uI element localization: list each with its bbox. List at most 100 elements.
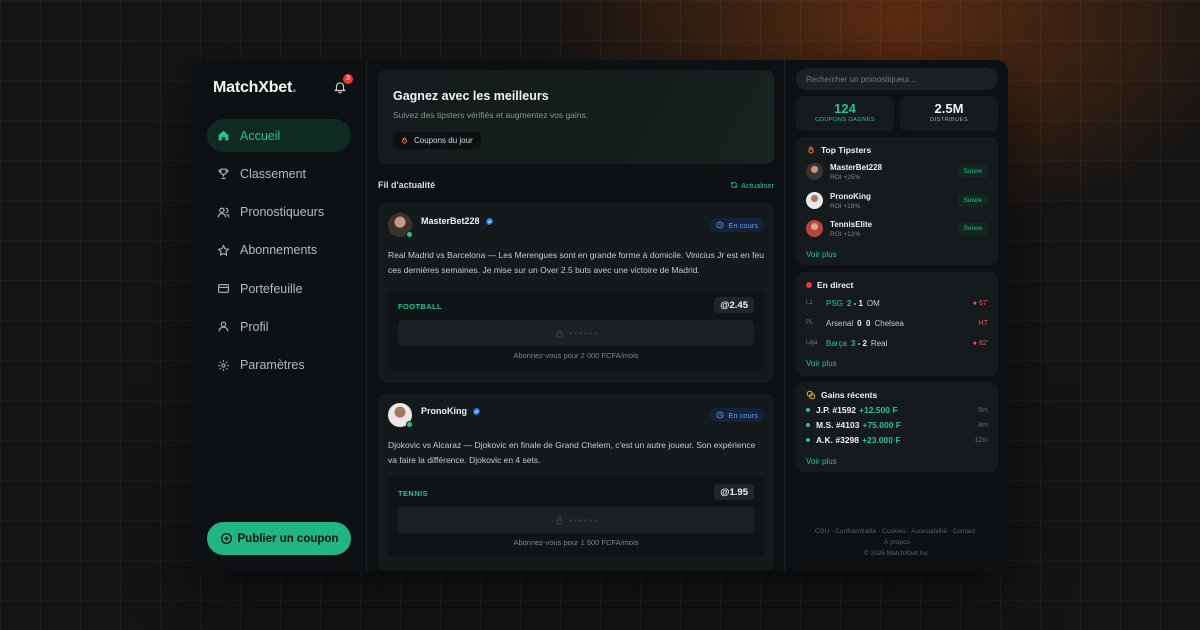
refresh-button[interactable]: Actualiser (730, 181, 774, 190)
stat-label: DISTRIBUÉS (930, 117, 968, 123)
stat-value: 2.5M (934, 101, 964, 116)
voir-plus-link[interactable]: Voir plus (806, 250, 837, 259)
lock-icon (555, 329, 564, 338)
recent-wins-title-text: Gains récents (821, 390, 878, 400)
footer-links-2[interactable]: À propos (796, 537, 998, 548)
home-icon (217, 129, 230, 142)
recent-win-row: J.P. #1592 +12.500 F 5m (806, 404, 988, 416)
match-minute: ● 82' (972, 339, 988, 347)
locked-prediction[interactable]: • • • • • • (398, 507, 754, 533)
league-label: PL (806, 320, 814, 326)
live-match-row[interactable]: PL Arsenal 0 0 Chelsea HT (806, 316, 988, 330)
winner-id: A.K. #3298 (816, 435, 859, 445)
winner-id: M.S. #4103 (816, 420, 860, 430)
brand-logo[interactable]: MatchXbet. (213, 79, 297, 97)
live-match-row[interactable]: L1 PSG 2 - 1 OM ● 67' (806, 296, 988, 310)
trophy-icon (217, 167, 230, 180)
online-indicator (406, 421, 413, 428)
feed-header: Fil d'actualité Actualiser (378, 180, 774, 190)
top-tipsters-title-text: Top Tipsters (821, 145, 872, 155)
feed-post: MasterBet228 En cours Real Madrid vs Bar… (378, 203, 774, 382)
tipster-row[interactable]: MasterBet228 ROI +25% Suivre (806, 160, 988, 182)
win-bullet (806, 408, 810, 412)
home-team: Barça (826, 338, 847, 348)
refresh-label: Actualiser (741, 180, 774, 190)
sidebar-item-profil[interactable]: Profil (207, 310, 351, 343)
search-input[interactable]: Rechercher un pronostiqueur... (796, 68, 998, 90)
live-match-row[interactable]: Liga Barça 3 - 2 Real ● 82' (806, 336, 988, 350)
hero-title: Gagnez avec les meilleurs (393, 89, 549, 103)
sidebar-item-accueil[interactable]: Accueil (207, 119, 351, 152)
home-score: 2 (846, 298, 852, 308)
league-label: L1 (806, 300, 813, 306)
post-author-name: MasterBet228 (421, 216, 480, 226)
win-time: 8m (978, 421, 988, 429)
home-team: Arsenal (826, 318, 854, 328)
flame-icon (400, 136, 409, 145)
coins-icon (806, 390, 816, 400)
refresh-icon (730, 181, 738, 189)
hero-banner: Gagnez avec les meilleurs Suivez des tip… (378, 70, 774, 164)
sport-label: TENNIS (398, 489, 428, 498)
sidebar-item-classement[interactable]: Classement (207, 157, 351, 190)
locked-prediction[interactable]: • • • • • • (398, 320, 754, 346)
clock-icon (716, 221, 724, 229)
publish-coupon-label: Publier un coupon (237, 532, 339, 545)
post-text: Real Madrid vs Barcelona — Les Merengues… (388, 250, 764, 275)
brand-name: MatchXbet (213, 79, 293, 96)
voir-plus-link[interactable]: Voir plus (806, 359, 837, 368)
feed-title: Fil d'actualité (378, 180, 436, 190)
status-badge: En cours (710, 408, 764, 422)
away-team: Real (870, 338, 888, 348)
main-feed: Gagnez avec les meilleurs Suivez des tip… (367, 60, 785, 571)
sidebar-item-abonnements[interactable]: Abonnements (207, 234, 351, 267)
stat-label: COUPONS GAGNÉS (815, 117, 875, 123)
live-title-text: En direct (817, 280, 854, 290)
feed-post: PronoKing En cours Djokovic vs Alcaraz —… (378, 393, 774, 571)
voir-plus-link[interactable]: Voir plus (806, 457, 837, 466)
publish-coupon-button[interactable]: Publier un coupon (207, 522, 351, 555)
win-bullet (806, 423, 810, 427)
avatar (806, 192, 823, 209)
footer-links[interactable]: CGU · Confidentialité · Cookies · Access… (796, 526, 998, 537)
tipster-roi: ROI +25% (830, 174, 861, 181)
follow-button[interactable]: Suivre (957, 222, 988, 235)
odds-value: @1.95 (714, 484, 754, 500)
sidebar-item-pronostiqueurs[interactable]: Pronostiqueurs (207, 196, 351, 229)
online-indicator (406, 231, 413, 238)
brand-dot: . (292, 79, 297, 96)
subscribe-text[interactable]: Abonnez-vous pour 1 500 FCFA/mois (388, 538, 764, 547)
post-author[interactable]: PronoKing (421, 406, 481, 416)
post-text: Djokovic vs Alcaraz — Djokovic en finale… (388, 440, 756, 465)
top-tipsters-card: Top Tipsters MasterBet228 ROI +25% Suivr… (796, 137, 998, 265)
sport-label: FOOTBALL (398, 302, 443, 311)
coupon-card: TENNIS @1.95 • • • • • • Abonnez-vous po… (388, 476, 764, 558)
sidebar-item-parametres[interactable]: Paramètres (207, 349, 351, 382)
stat-coupons-gagnes: 124 COUPONS GAGNÉS (796, 96, 894, 131)
sidebar-item-portefeuille[interactable]: Portefeuille (207, 272, 351, 305)
score: 2 - 1 (846, 298, 863, 308)
post-author[interactable]: MasterBet228 (421, 216, 494, 226)
coupon-card: FOOTBALL @2.45 • • • • • • Abonnez-vous … (388, 289, 764, 371)
away-score: 2 (862, 338, 867, 348)
league-label: Liga (806, 340, 818, 346)
sidebar-nav: Accueil Classement Pronostiqueurs Abonne… (207, 119, 351, 387)
wallet-icon (217, 282, 230, 295)
live-dot-icon (806, 282, 812, 288)
tipster-name: TennisElite (830, 220, 873, 229)
gear-icon (217, 359, 230, 372)
sidebar-item-label: Portefeuille (240, 281, 303, 296)
follow-button[interactable]: Suivre (957, 165, 988, 178)
sidebar-item-label: Profil (240, 319, 269, 334)
follow-button[interactable]: Suivre (957, 194, 988, 207)
away-team: OM (866, 298, 880, 308)
winner-id: J.P. #1592 (816, 405, 857, 415)
win-amount: +12.500 F (859, 405, 898, 415)
tipster-row[interactable]: TennisElite ROI +12% Suivre (806, 217, 988, 239)
odds-value: @2.45 (714, 297, 754, 313)
verified-badge-icon (472, 407, 481, 416)
locked-dots: • • • • • • (569, 328, 597, 338)
subscribe-text[interactable]: Abonnez-vous pour 2 000 FCFA/mois (388, 351, 764, 360)
tipster-row[interactable]: PronoKing ROI +18% Suivre (806, 189, 988, 211)
coupons-du-jour-button[interactable]: Coupons du jour (393, 132, 481, 149)
